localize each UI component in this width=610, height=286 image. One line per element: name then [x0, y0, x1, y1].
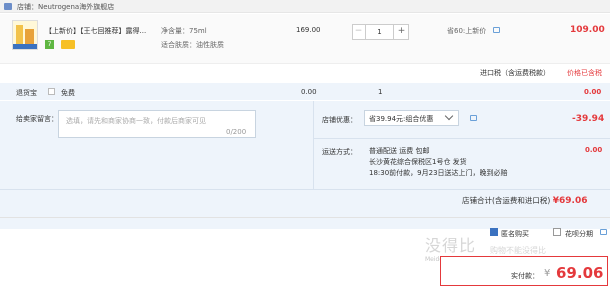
payment-total-amount: 69.06 [556, 264, 604, 282]
return-insurance-qty: 1 [378, 88, 383, 96]
chat-icon[interactable] [493, 27, 500, 33]
horizontal-divider [0, 217, 610, 218]
anonymous-purchase-label: 匿名购买 [501, 230, 529, 238]
shipping-eta-line: 18:30前付款，9月23日送达上门，晚到必赔 [369, 169, 508, 177]
chat-icon[interactable] [600, 229, 607, 235]
spec-volume: 净含量：75ml [161, 27, 207, 35]
horizontal-divider [0, 189, 610, 190]
seller-message-label: 给卖家留言： [16, 115, 58, 123]
return-insurance-free: 免费 [61, 89, 75, 97]
product-thumbnail[interactable] [12, 20, 38, 50]
shop-total: 店铺合计(含运费和进口税) ¥69.06 [462, 195, 587, 206]
spec-skin-type: 适合肤质：油性肤质 [161, 41, 224, 49]
return-insurance-subtotal: 0.00 [584, 88, 602, 96]
seven-day-return-badge: 7 [45, 40, 54, 49]
product-row [0, 14, 610, 64]
shipping-method-label: 运送方式： [322, 148, 357, 156]
shop-icon [4, 3, 12, 10]
shipping-origin-line: 长沙黄花综合保税区1号仓 发货 [369, 158, 467, 166]
savings-text: 省60:上新价 [447, 27, 487, 35]
product-title[interactable]: 【上新价】【王七回推荐】露得... [45, 26, 153, 36]
item-subtotal: 109.00 [570, 25, 605, 35]
installment-label: 花呗分期 [565, 230, 593, 238]
import-tax-label: 进口税（含运费税款） [480, 69, 550, 77]
quantity-decrease-button[interactable]: − [352, 24, 366, 40]
shipping-fee: 0.00 [585, 146, 603, 154]
anonymous-purchase-checkbox[interactable] [490, 228, 498, 236]
shop-name-link[interactable]: 店铺：Neutrogena海外旗舰店 [17, 2, 114, 12]
chat-icon[interactable] [470, 115, 477, 121]
vertical-divider [313, 101, 314, 189]
shop-total-label: 店铺合计(含运费和进口税) [462, 196, 551, 205]
unit-price: 169.00 [296, 26, 321, 34]
return-insurance-checkbox[interactable] [48, 88, 55, 95]
shipping-method-line: 普通配送 运费 包邮 [369, 147, 430, 155]
payment-total-label: 实付款： [511, 272, 539, 280]
shop-total-value: ¥69.06 [552, 196, 588, 206]
import-tax-value: 价格已含税 [567, 69, 602, 77]
quantity-input[interactable]: 1 [366, 24, 393, 40]
seller-message-placeholder: 选填，请先和商家协商一致，付款后商家可见 [66, 117, 206, 125]
quantity-increase-button[interactable]: + [393, 24, 409, 40]
watermark-logo: 没得比 [425, 236, 477, 255]
card-icon [61, 40, 75, 49]
return-insurance-fee: 0.00 [301, 88, 317, 96]
horizontal-divider [313, 138, 610, 139]
seller-message-char-count: 0/200 [226, 128, 247, 136]
shop-discount-value: -39.94 [572, 114, 605, 124]
installment-checkbox[interactable] [553, 228, 561, 236]
watermark-slogan: 购物不能没得比 [490, 246, 546, 255]
payment-currency: ¥ [544, 268, 551, 279]
shop-discount-selected: 省39.94元:组合优惠 [369, 115, 434, 123]
return-insurance-label: 退货宝 [16, 89, 37, 97]
shop-discount-label: 店铺优惠： [322, 116, 357, 124]
